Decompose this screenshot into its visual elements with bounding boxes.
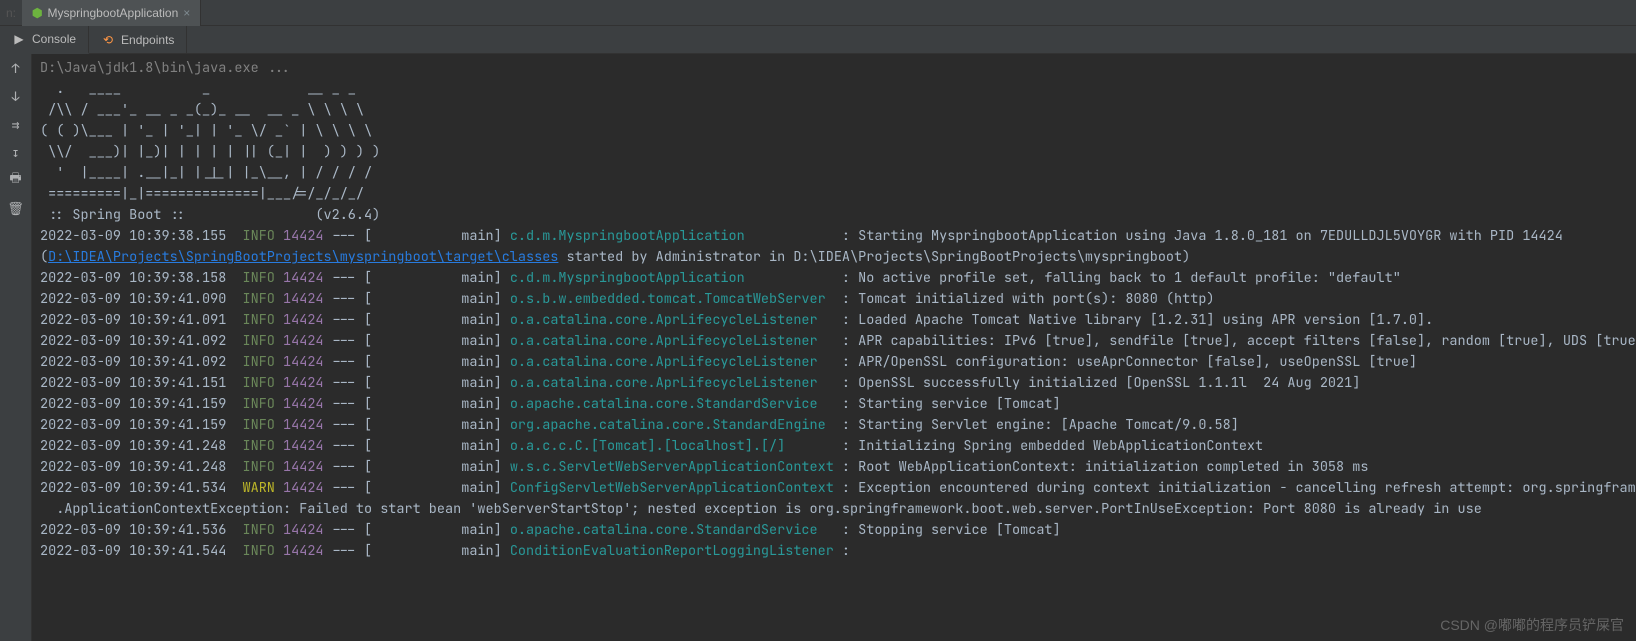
log-line: 2022-03-09 10:39:41.151 INFO 14424 --- [… xyxy=(40,373,1628,394)
log-line: 2022-03-09 10:39:41.092 INFO 14424 --- [… xyxy=(40,352,1628,373)
springboot-icon: ⬢ xyxy=(32,6,42,20)
scroll-up-icon[interactable]: ↑ xyxy=(6,58,26,78)
soft-wrap-icon[interactable]: ⇉ xyxy=(6,114,26,134)
tab-endpoints-label: Endpoints xyxy=(121,33,174,47)
banner-line: ' |____| .__|_| |_|_| |_\__, | / / / / xyxy=(40,163,1628,184)
classes-path-link[interactable]: D:\IDEA\Projects\SpringBootProjects\mysp… xyxy=(48,248,558,266)
tab-endpoints[interactable]: ⟲ Endpoints xyxy=(89,26,187,54)
log-line: 2022-03-09 10:39:41.544 INFO 14424 --- [… xyxy=(40,541,1628,562)
log-line: (D:\IDEA\Projects\SpringBootProjects\mys… xyxy=(40,247,1628,268)
endpoints-icon: ⟲ xyxy=(101,33,115,47)
run-tab-title: MyspringbootApplication xyxy=(48,6,179,20)
clear-icon[interactable]: 🗑 xyxy=(6,198,26,218)
banner-line: =========|_|==============|___/=/_/_/_/ xyxy=(40,184,1628,205)
banner-line: \\/ ___)| |_)| | | | | || (_| | ) ) ) ) xyxy=(40,142,1628,163)
tab-console-label: Console xyxy=(32,32,76,46)
log-line: 2022-03-09 10:39:41.159 INFO 14424 --- [… xyxy=(40,415,1628,436)
log-line: 2022-03-09 10:39:38.158 INFO 14424 --- [… xyxy=(40,268,1628,289)
banner-line: ( ( )\___ | '_ | '_| | '_ \/ _` | \ \ \ … xyxy=(40,121,1628,142)
tab-bar: n: ⬢ MyspringbootApplication × xyxy=(0,0,1636,26)
run-tab-myspringboot[interactable]: ⬢ MyspringbootApplication × xyxy=(22,0,201,26)
log-line: 2022-03-09 10:39:41.159 INFO 14424 --- [… xyxy=(40,394,1628,415)
log-line: 2022-03-09 10:39:41.248 INFO 14424 --- [… xyxy=(40,457,1628,478)
tool-tabs: ▶ Console ⟲ Endpoints xyxy=(0,26,1636,54)
log-line: 2022-03-09 10:39:41.536 INFO 14424 --- [… xyxy=(40,520,1628,541)
cmdline: D:\Java\jdk1.8\bin\java.exe ... xyxy=(40,58,1628,79)
log-line: 2022-03-09 10:39:41.091 INFO 14424 --- [… xyxy=(40,310,1628,331)
watermark: CSDN @嘟嘟的程序员铲屎官 xyxy=(1440,615,1624,635)
banner-line: . ____ _ __ _ _ xyxy=(40,79,1628,100)
log-line: 2022-03-09 10:39:41.090 INFO 14424 --- [… xyxy=(40,289,1628,310)
log-line: 2022-03-09 10:39:41.092 INFO 14424 --- [… xyxy=(40,331,1628,352)
tab-console[interactable]: ▶ Console xyxy=(0,26,89,54)
banner-line: /\\ / ___'_ __ _ _(_)_ __ __ _ \ \ \ \ xyxy=(40,100,1628,121)
console-icon: ▶ xyxy=(12,32,26,46)
close-icon[interactable]: × xyxy=(183,6,190,20)
run-label: n: xyxy=(0,6,22,20)
console-gutter: ↑ ↓ ⇉ ↧ 🖶 🗑 xyxy=(0,54,32,641)
banner-line: :: Spring Boot :: (v2.6.4) xyxy=(40,205,1628,226)
log-line: .ApplicationContextException: Failed to … xyxy=(40,499,1628,520)
main-area: ↑ ↓ ⇉ ↧ 🖶 🗑 D:\Java\jdk1.8\bin\java.exe … xyxy=(0,54,1636,641)
log-line: 2022-03-09 10:39:41.534 WARN 14424 --- [… xyxy=(40,478,1628,499)
print-icon[interactable]: 🖶 xyxy=(6,170,26,190)
log-line: 2022-03-09 10:39:38.155 INFO 14424 --- [… xyxy=(40,226,1628,247)
scroll-to-end-icon[interactable]: ↧ xyxy=(6,142,26,162)
console-output[interactable]: D:\Java\jdk1.8\bin\java.exe ... . ____ _… xyxy=(32,54,1636,641)
scroll-down-icon[interactable]: ↓ xyxy=(6,86,26,106)
log-line: 2022-03-09 10:39:41.248 INFO 14424 --- [… xyxy=(40,436,1628,457)
